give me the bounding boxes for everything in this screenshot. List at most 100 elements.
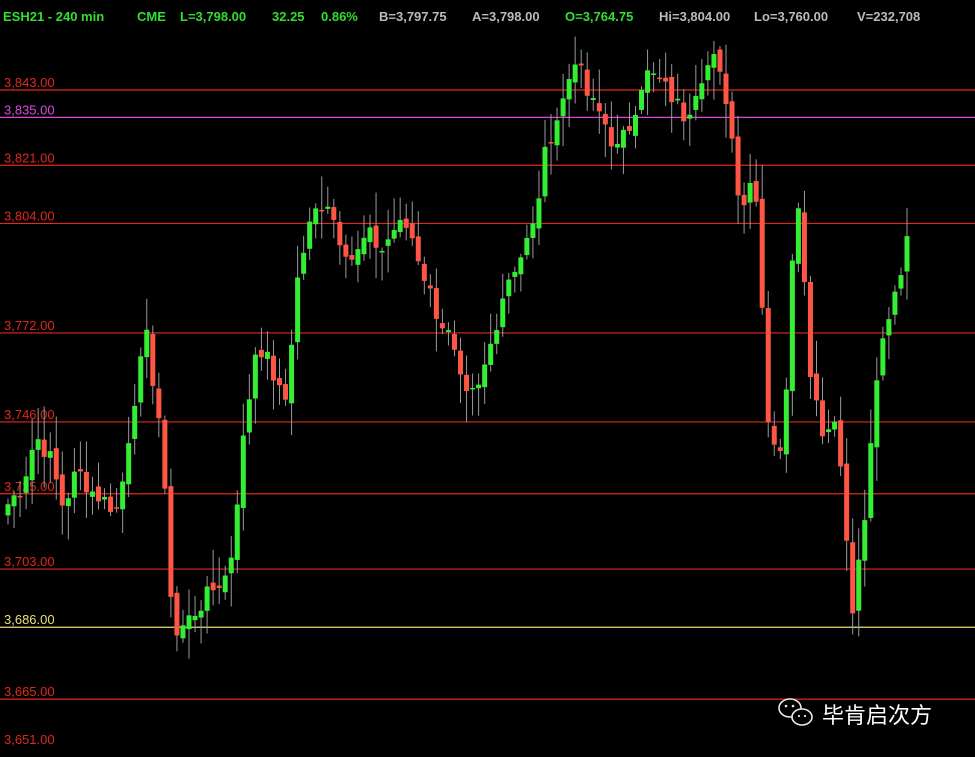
candle-up — [192, 615, 198, 621]
candle-up — [651, 73, 657, 75]
candle-down — [270, 355, 276, 381]
level-label: 3,821.00 — [4, 150, 55, 165]
candle-up — [898, 275, 904, 289]
candle-up — [645, 70, 651, 93]
candle-up — [240, 435, 246, 509]
candle-up — [307, 221, 313, 249]
candle-up — [856, 559, 862, 611]
candle-down — [548, 142, 554, 144]
candle-up — [186, 615, 192, 630]
candle-up — [590, 98, 596, 100]
candle-up — [246, 399, 252, 433]
candle-up — [675, 98, 681, 101]
candle-down — [421, 263, 427, 281]
candle-down — [765, 308, 771, 423]
candle-down — [41, 439, 47, 457]
level-label: 3,804.00 — [4, 208, 55, 223]
candle-up — [264, 351, 270, 359]
candle-up — [795, 208, 801, 264]
candle-down — [759, 198, 765, 308]
candle-up — [512, 272, 518, 277]
candle-down — [162, 419, 168, 489]
candle-up — [361, 237, 367, 255]
level-label: 3,665.00 — [4, 684, 55, 699]
candle-up — [367, 227, 373, 243]
candle-down — [458, 350, 464, 375]
candle-down — [723, 73, 729, 104]
last-price: L=3,798.00 — [180, 9, 246, 24]
candle-up — [693, 95, 699, 110]
chart-background — [0, 0, 975, 757]
candle-up — [445, 330, 451, 333]
candle-down — [349, 255, 355, 260]
candle-up — [132, 405, 138, 439]
candle-up — [391, 230, 397, 239]
candle-up — [880, 338, 886, 376]
candle-down — [337, 221, 343, 246]
candle-down — [663, 77, 669, 82]
candle-up — [71, 471, 77, 498]
candle-up — [204, 586, 210, 611]
open-price: O=3,764.75 — [565, 9, 633, 24]
candle-up — [892, 291, 898, 315]
candle-down — [174, 592, 180, 636]
candle-down — [331, 207, 337, 220]
candle-up — [252, 354, 258, 399]
candle-up — [29, 449, 35, 481]
candle-down — [150, 333, 156, 386]
price-chart[interactable]: ESH21 - 240 min CME L=3,798.00 32.25 0.8… — [0, 0, 975, 757]
candle-down — [844, 463, 850, 541]
candle-up — [301, 252, 307, 274]
candle-down — [439, 323, 445, 329]
bid-price: B=3,797.75 — [379, 9, 447, 24]
candle-up — [874, 380, 880, 448]
candle-up — [385, 239, 391, 246]
candle-down — [415, 236, 421, 262]
candle-up — [530, 223, 536, 238]
candle-up — [904, 236, 910, 272]
candle-down — [373, 225, 379, 248]
level-label: 3,686.00 — [4, 612, 55, 627]
candle-down — [626, 126, 632, 131]
candle-up — [289, 344, 295, 404]
candle-up — [102, 496, 108, 500]
candle-up — [632, 115, 638, 136]
candle-down — [596, 103, 602, 112]
candle-down — [464, 374, 470, 392]
candle-up — [65, 498, 71, 507]
candle-up — [476, 384, 482, 389]
candle-up — [180, 625, 186, 639]
candle-down — [657, 77, 663, 80]
candle-up — [144, 329, 150, 358]
candle-down — [807, 281, 813, 378]
candle-up — [228, 557, 234, 574]
candle-down — [277, 378, 283, 386]
candle-up — [826, 429, 832, 433]
candle-up — [566, 79, 572, 100]
change-percent: 0.86% — [321, 9, 358, 24]
candle-up — [614, 143, 620, 148]
candle-up — [198, 610, 204, 618]
watermark-text: 毕肯启次方 — [822, 704, 932, 729]
candle-up — [23, 476, 29, 493]
symbol-label: ESH21 - 240 min — [3, 9, 104, 24]
candle-up — [35, 439, 41, 450]
candle-down — [813, 373, 819, 401]
candle-up — [397, 219, 403, 233]
candle-down — [96, 486, 102, 502]
high-price: Hi=3,804.00 — [659, 9, 730, 24]
candle-up — [494, 330, 500, 344]
candle-down — [753, 181, 759, 202]
candle-down — [717, 49, 723, 72]
candle-down — [210, 582, 216, 591]
level-label: 3,703.00 — [4, 554, 55, 569]
candle-down — [283, 384, 289, 400]
candle-down — [258, 349, 264, 358]
level-label: 3,725.00 — [4, 479, 55, 494]
candle-down — [403, 218, 409, 228]
candle-up — [639, 89, 645, 110]
candle-up — [868, 443, 874, 518]
candle-up — [11, 495, 17, 507]
candle-up — [138, 356, 144, 403]
candle-up — [47, 451, 53, 458]
